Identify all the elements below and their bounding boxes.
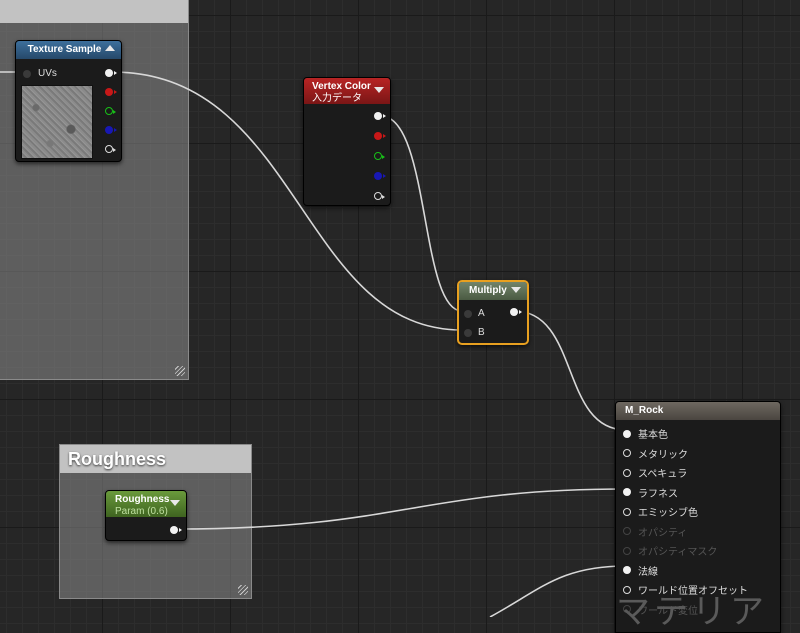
wire-vertexcolor-to-multiply-a: [380, 115, 463, 312]
roughness-param-node[interactable]: Roughness Param (0.6): [105, 490, 187, 541]
uvs-pin-icon[interactable]: [23, 69, 31, 78]
r-output-pin-icon[interactable]: [105, 88, 117, 96]
wire-multiply-to-basecolor: [513, 310, 627, 431]
a-output-pin-icon[interactable]: [374, 192, 385, 200]
a-output-pin-icon[interactable]: [105, 145, 116, 153]
collapse-arrow-icon[interactable]: [170, 500, 180, 506]
material-input-pin-icon: [623, 546, 631, 555]
material-input-pin-icon[interactable]: [623, 468, 631, 477]
texture-sample-node[interactable]: Texture Sample UVs: [15, 40, 122, 162]
resize-handle-icon[interactable]: [238, 585, 248, 595]
rgb-output-pin-icon[interactable]: [374, 112, 386, 120]
material-input-label: オパシティ: [638, 527, 688, 539]
multiply-header[interactable]: Multiply: [459, 282, 527, 300]
b-output-pin-icon[interactable]: [374, 172, 386, 180]
texture-preview-thumbnail: [21, 85, 93, 159]
multiply-output-pin-icon[interactable]: [510, 308, 522, 316]
material-input-row[interactable]: 法線: [623, 563, 658, 578]
material-input-row: オパシティマスク: [623, 543, 717, 558]
texture-sample-title: Texture Sample: [27, 44, 102, 55]
rgb-output-pin-icon[interactable]: [105, 69, 117, 77]
material-input-label: オパシティマスク: [638, 547, 718, 558]
multiply-node[interactable]: Multiply A B: [457, 280, 529, 345]
r-output-pin-icon[interactable]: [374, 132, 386, 140]
material-input-label: メタリック: [638, 449, 688, 461]
b-output-pin-icon[interactable]: [105, 126, 117, 134]
material-output-title: M_Rock: [625, 405, 664, 416]
g-output-pin-icon[interactable]: [374, 152, 385, 160]
input-a-label: A: [478, 308, 485, 319]
multiply-input-b-row[interactable]: B: [464, 327, 485, 338]
multiply-input-a-row[interactable]: A: [464, 308, 485, 319]
material-input-label: エミッシブ色: [638, 508, 698, 519]
material-input-row[interactable]: 基本色: [623, 426, 668, 441]
material-input-pin-icon[interactable]: [623, 449, 631, 457]
vertex-color-subtitle: 入力データ: [312, 93, 362, 104]
roughness-param-title: Roughness: [115, 494, 170, 505]
uvs-input-pin-row[interactable]: UVs: [23, 68, 57, 79]
g-output-pin-icon[interactable]: [105, 107, 116, 115]
material-input-row: オパシティ: [623, 524, 687, 539]
material-input-row[interactable]: ラフネス: [623, 485, 678, 500]
material-input-row[interactable]: エミッシブ色: [623, 504, 698, 519]
roughness-param-header[interactable]: Roughness Param (0.6): [106, 491, 186, 517]
material-input-pin-icon: [623, 527, 631, 535]
material-input-label: 基本色: [638, 430, 668, 441]
wire-offscreen-to-normal: [489, 565, 627, 617]
vertex-color-node[interactable]: Vertex Color 入力データ: [303, 77, 391, 206]
input-b-label: B: [478, 327, 485, 338]
roughness-output-pin-icon[interactable]: [170, 526, 182, 534]
material-input-pin-icon[interactable]: [623, 488, 631, 496]
multiply-title: Multiply: [469, 285, 507, 296]
watermark-text: マテリア: [616, 592, 768, 632]
material-input-row[interactable]: メタリック: [623, 446, 688, 461]
material-input-row[interactable]: スペキュラ: [623, 465, 687, 480]
input-a-pin-icon[interactable]: [464, 309, 472, 318]
input-b-pin-icon[interactable]: [464, 328, 472, 337]
material-input-label: ラフネス: [638, 488, 678, 500]
resize-handle-icon[interactable]: [175, 366, 185, 376]
roughness-param-subtitle: Param (0.6): [115, 506, 168, 517]
material-output-header[interactable]: M_Rock: [616, 402, 780, 420]
collapse-arrow-icon[interactable]: [374, 87, 384, 93]
material-input-label: スペキュラ: [638, 469, 688, 480]
vertex-color-header[interactable]: Vertex Color 入力データ: [304, 78, 390, 104]
material-input-pin-icon[interactable]: [623, 566, 631, 574]
material-input-label: 法線: [638, 566, 658, 578]
material-input-pin-icon[interactable]: [623, 429, 631, 438]
comment-box-title[interactable]: Roughness: [60, 445, 251, 473]
uvs-pin-label: UVs: [38, 68, 57, 79]
material-input-pin-icon[interactable]: [623, 507, 631, 516]
collapse-arrow-icon[interactable]: [105, 45, 115, 51]
vertex-color-title: Vertex Color: [312, 81, 371, 92]
comment-box-header[interactable]: [0, 0, 188, 23]
texture-sample-header[interactable]: Texture Sample: [16, 41, 121, 59]
collapse-arrow-icon[interactable]: [511, 287, 521, 293]
